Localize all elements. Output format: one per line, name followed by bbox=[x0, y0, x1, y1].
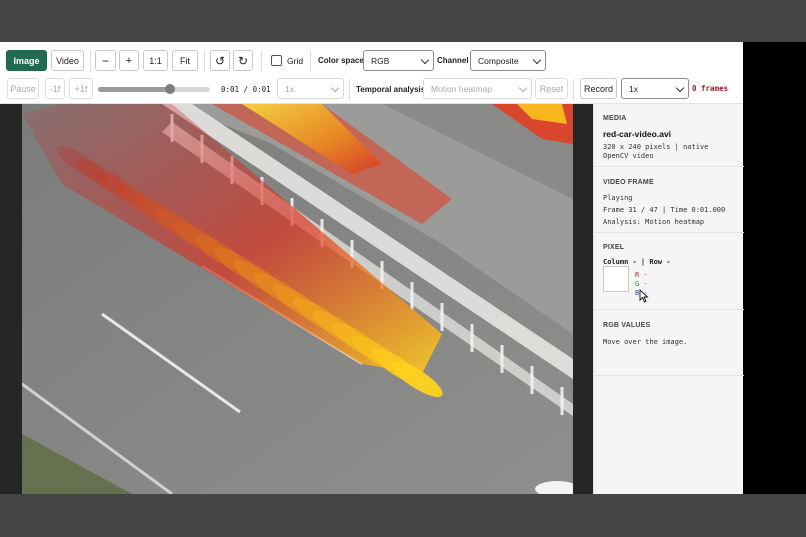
chevron-down-icon bbox=[330, 83, 340, 93]
right-backdrop bbox=[743, 42, 806, 494]
media-source: OpenCV video bbox=[603, 152, 654, 160]
prev-frame-button[interactable]: -1f bbox=[45, 78, 65, 99]
fit-button[interactable]: Fit bbox=[172, 50, 198, 71]
record-speed-select[interactable]: 1x bbox=[621, 78, 689, 99]
video-frame[interactable] bbox=[22, 104, 573, 494]
reset-button[interactable]: Reset bbox=[535, 78, 568, 99]
mouse-cursor-icon bbox=[639, 289, 649, 303]
pixel-r-value: R - bbox=[635, 271, 648, 279]
media-title: MEDIA bbox=[603, 115, 627, 122]
divider bbox=[310, 50, 311, 72]
rgb-values-title: RGB VALUES bbox=[603, 322, 651, 329]
divider bbox=[204, 50, 205, 72]
pixel-coords: Column - | Row - bbox=[603, 258, 671, 266]
playback-slider-thumb[interactable] bbox=[164, 84, 175, 94]
info-panel: MEDIA red-car-video.avi 320 x 240 pixels… bbox=[593, 104, 744, 494]
chevron-down-icon bbox=[518, 83, 528, 93]
frames-counter: 0 frames bbox=[692, 84, 729, 93]
analysis-info: Analysis: Motion heatmap bbox=[603, 218, 705, 226]
temporal-analysis-select[interactable]: Motion heatmap bbox=[423, 78, 532, 99]
video-frame-section: VIDEO FRAME Playing Frame 31 / 47 | Time… bbox=[594, 167, 744, 233]
media-filename: red-car-video.avi bbox=[603, 129, 672, 139]
bottom-backdrop bbox=[0, 494, 806, 537]
zoom-in-button[interactable]: + bbox=[119, 50, 139, 71]
grid-label: Grid bbox=[287, 56, 304, 66]
pixel-color-swatch bbox=[603, 266, 629, 292]
colorspace-select[interactable]: RGB bbox=[363, 50, 434, 71]
rotate-left-button[interactable]: ↺ bbox=[210, 50, 230, 71]
temporal-analysis-label: Temporal analysis bbox=[356, 85, 426, 94]
image-viewer[interactable] bbox=[0, 104, 593, 494]
top-backdrop bbox=[0, 0, 806, 42]
rgb-values-hint: Move over the image. bbox=[603, 338, 688, 346]
colorspace-value: RGB bbox=[371, 55, 390, 66]
video-frame-title: VIDEO FRAME bbox=[603, 179, 654, 186]
playback-state: Playing bbox=[603, 194, 633, 202]
viewer-app: Image Video − + 1:1 Fit ↺ ↻ Grid Color s… bbox=[0, 42, 744, 494]
playback-time: 0:01 / 0:01 bbox=[221, 85, 271, 94]
main-toolbar: Image Video − + 1:1 Fit ↺ ↻ Grid Color s… bbox=[0, 42, 743, 76]
frame-info: Frame 31 / 47 | Time 0:01.000 bbox=[603, 206, 726, 214]
image-mode-button[interactable]: Image bbox=[6, 50, 47, 71]
media-section: MEDIA red-car-video.avi 320 x 240 pixels… bbox=[594, 104, 744, 167]
pause-button[interactable]: Pause bbox=[7, 78, 39, 99]
chevron-down-icon bbox=[675, 83, 685, 93]
grid-checkbox[interactable] bbox=[271, 55, 282, 66]
temporal-analysis-value: Motion heatmap bbox=[431, 83, 492, 94]
playback-slider-fill bbox=[98, 87, 170, 92]
pixel-g-value: G - bbox=[635, 280, 648, 288]
channel-select[interactable]: Composite bbox=[470, 50, 546, 71]
colorspace-label: Color space bbox=[318, 56, 364, 65]
rotate-right-button[interactable]: ↻ bbox=[233, 50, 253, 71]
chevron-down-icon bbox=[532, 55, 542, 65]
rgb-values-section: RGB VALUES Move over the image. bbox=[594, 310, 744, 376]
record-speed-value: 1x bbox=[629, 83, 638, 94]
record-button[interactable]: Record bbox=[580, 78, 617, 99]
next-frame-button[interactable]: +1f bbox=[69, 78, 93, 99]
divider bbox=[349, 79, 350, 101]
media-dimensions: 320 x 240 pixels | native bbox=[603, 143, 709, 151]
playback-speed-select[interactable]: 1x bbox=[277, 78, 344, 99]
channel-value: Composite bbox=[478, 55, 519, 66]
motion-heatmap-frame bbox=[22, 104, 573, 494]
playback-speed-value: 1x bbox=[285, 83, 294, 94]
playback-slider[interactable] bbox=[98, 84, 210, 94]
video-mode-button[interactable]: Video bbox=[51, 50, 84, 71]
divider bbox=[261, 50, 262, 72]
divider bbox=[573, 79, 574, 101]
zoom-out-button[interactable]: − bbox=[95, 50, 116, 71]
pixel-section: PIXEL Column - | Row - R - G - B - bbox=[594, 233, 744, 310]
chevron-down-icon bbox=[420, 55, 430, 65]
actual-size-button[interactable]: 1:1 bbox=[143, 50, 168, 71]
divider bbox=[90, 50, 91, 72]
channel-label: Channel bbox=[437, 56, 469, 65]
pixel-title: PIXEL bbox=[603, 244, 625, 251]
